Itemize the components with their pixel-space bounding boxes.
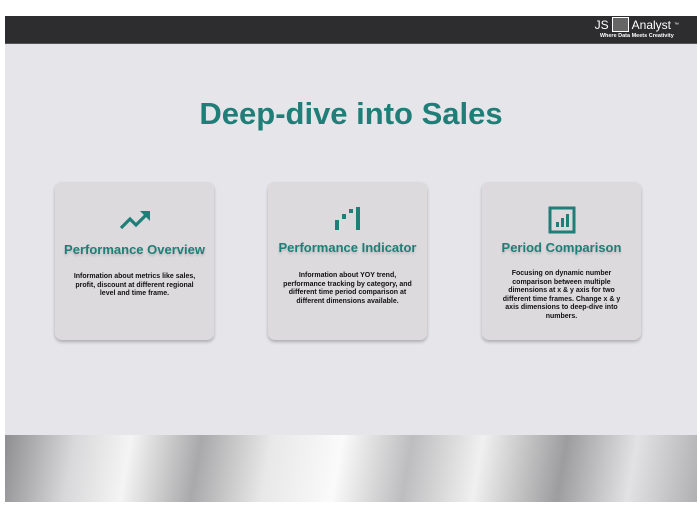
card-description: Information about metrics like sales, pr… [73,273,196,297]
card-description: Information about YOY trend, performance… [283,272,412,305]
logo[interactable]: JS Analyst ™ Where Data Meets Creativity [595,17,679,39]
card-title: Period Comparison [501,240,622,255]
background-photo [5,435,697,502]
card-description: Focusing on dynamic number comparison be… [502,270,621,320]
card-period-comparison[interactable]: Period Comparison Focusing on dynamic nu… [482,182,641,340]
card-performance-overview[interactable]: Performance Overview Information about m… [55,182,214,340]
top-bar: JS Analyst ™ Where Data Meets Creativity [5,16,697,44]
logo-icon [611,17,629,32]
trending-up-icon [119,211,150,230]
card-title: Performance Indicator [278,240,417,255]
page-title: Deep-dive into Sales [199,96,503,131]
main-panel: Deep-dive into Sales Performance Overvie… [5,44,697,435]
bar-steps-icon [334,207,360,230]
logo-text-js: JS [594,17,609,32]
bar-chart-box-icon [548,206,575,234]
card-performance-indicator[interactable]: Performance Indicator Information about … [268,182,427,340]
logo-text: Analyst [631,17,671,32]
tagline: Where Data Meets Creativity [599,33,674,39]
card-title: Performance Overview [64,242,205,257]
trademark: ™ [674,21,679,28]
